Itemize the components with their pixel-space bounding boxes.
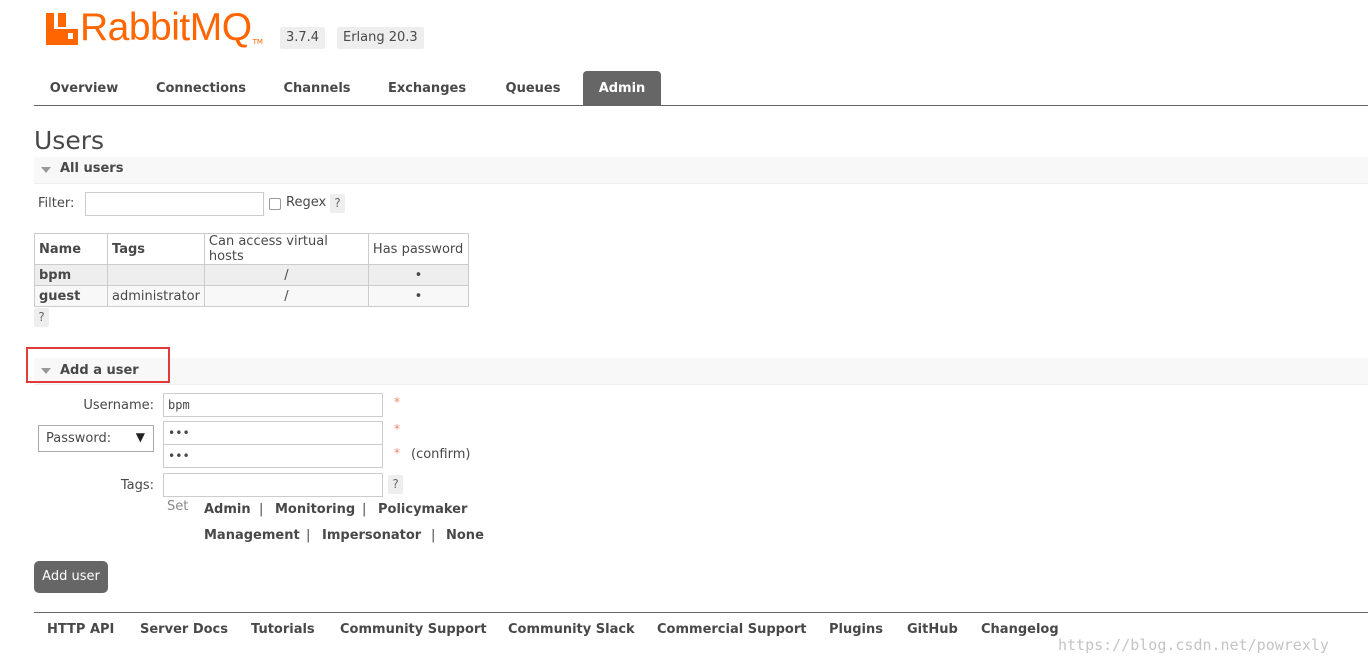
- brand-name: RabbitMQ: [80, 6, 252, 49]
- user-tags: administrator: [107, 285, 205, 307]
- confirm-label: (confirm): [411, 447, 471, 462]
- watermark-text: https://blog.csdn.net/powrexly: [1058, 636, 1329, 654]
- separator: |: [306, 528, 311, 543]
- page-title: Users: [34, 126, 105, 155]
- tag-admin-link[interactable]: Admin: [204, 502, 251, 517]
- version-badge: 3.7.4: [280, 27, 326, 49]
- tags-input[interactable]: [163, 473, 383, 497]
- tag-none-link[interactable]: None: [446, 528, 484, 543]
- col-name: Name: [34, 233, 108, 265]
- trademark: TM: [252, 38, 263, 46]
- required-marker: *: [394, 395, 400, 409]
- all-users-section-header[interactable]: All users: [34, 157, 1368, 184]
- highlight-box: [26, 347, 170, 383]
- user-name-link[interactable]: bpm: [34, 264, 108, 286]
- main-nav: Overview Connections Channels Exchanges …: [34, 71, 1368, 106]
- tab-overview[interactable]: Overview: [34, 71, 134, 105]
- tag-policymaker-link[interactable]: Policymaker: [378, 502, 467, 517]
- footer-link-community-support[interactable]: Community Support: [340, 622, 487, 637]
- regex-help-button[interactable]: ?: [330, 194, 345, 213]
- tag-management-link[interactable]: Management: [204, 528, 300, 543]
- user-vhosts: /: [203, 285, 369, 307]
- rabbit-logo-icon: [46, 13, 78, 45]
- footer-link-commercial-support[interactable]: Commercial Support: [657, 622, 807, 637]
- footer-link-changelog[interactable]: Changelog: [981, 622, 1059, 637]
- add-user-button[interactable]: Add user: [34, 561, 108, 593]
- required-marker: *: [394, 446, 400, 460]
- tab-admin[interactable]: Admin: [583, 71, 661, 105]
- users-table: Name Tags Can access virtual hosts Has p…: [34, 233, 469, 307]
- col-has-password: Has password: [367, 233, 469, 265]
- footer-link-github[interactable]: GitHub: [907, 622, 958, 637]
- tab-exchanges[interactable]: Exchanges: [376, 71, 478, 105]
- set-label: Set: [167, 499, 189, 514]
- tab-connections[interactable]: Connections: [144, 71, 258, 105]
- col-vhosts: Can access virtual hosts: [203, 233, 369, 265]
- all-users-heading: All users: [60, 161, 124, 176]
- col-tags: Tags: [107, 233, 205, 265]
- user-has-password: •: [367, 285, 469, 307]
- password-select-value: Password:: [46, 431, 112, 446]
- tag-monitoring-link[interactable]: Monitoring: [275, 502, 355, 517]
- user-has-password: •: [367, 264, 469, 286]
- regex-checkbox[interactable]: [269, 198, 281, 210]
- tab-channels[interactable]: Channels: [271, 71, 363, 105]
- username-input[interactable]: [163, 393, 383, 417]
- required-marker: *: [394, 422, 400, 436]
- password-type-select[interactable]: Password: ▼: [38, 425, 154, 452]
- table-row[interactable]: guest administrator / •: [34, 285, 469, 307]
- footer-link-tutorials[interactable]: Tutorials: [251, 622, 315, 637]
- table-help-button[interactable]: ?: [34, 308, 49, 327]
- table-row[interactable]: bpm / •: [34, 264, 469, 286]
- separator: |: [431, 528, 436, 543]
- password-input[interactable]: [163, 421, 383, 445]
- erlang-version-badge: Erlang 20.3: [337, 27, 424, 49]
- footer-link-community-slack[interactable]: Community Slack: [508, 622, 635, 637]
- user-vhosts: /: [203, 264, 369, 286]
- regex-label: Regex: [286, 195, 327, 210]
- separator: |: [259, 502, 264, 517]
- password-confirm-input[interactable]: [163, 444, 383, 468]
- add-user-section-header[interactable]: Add a user: [34, 358, 1368, 385]
- tags-label: Tags:: [120, 478, 154, 493]
- rabbitmq-logo: RabbitMQ TM: [46, 8, 263, 48]
- user-name-link[interactable]: guest: [34, 285, 108, 307]
- footer-link-plugins[interactable]: Plugins: [829, 622, 883, 637]
- tags-help-button[interactable]: ?: [388, 475, 403, 494]
- user-tags: [107, 264, 205, 286]
- footer-divider: [34, 612, 1368, 613]
- tab-queues[interactable]: Queues: [493, 71, 573, 105]
- tag-impersonator-link[interactable]: Impersonator: [322, 528, 421, 543]
- separator: |: [362, 502, 367, 517]
- collapse-triangle-icon: [41, 167, 51, 173]
- dropdown-arrow-icon: ▼: [135, 430, 145, 444]
- footer-link-server-docs[interactable]: Server Docs: [140, 622, 228, 637]
- filter-input[interactable]: [85, 192, 264, 216]
- footer-link-http-api[interactable]: HTTP API: [47, 622, 114, 637]
- filter-label: Filter:: [38, 196, 75, 211]
- username-label: Username:: [83, 398, 154, 413]
